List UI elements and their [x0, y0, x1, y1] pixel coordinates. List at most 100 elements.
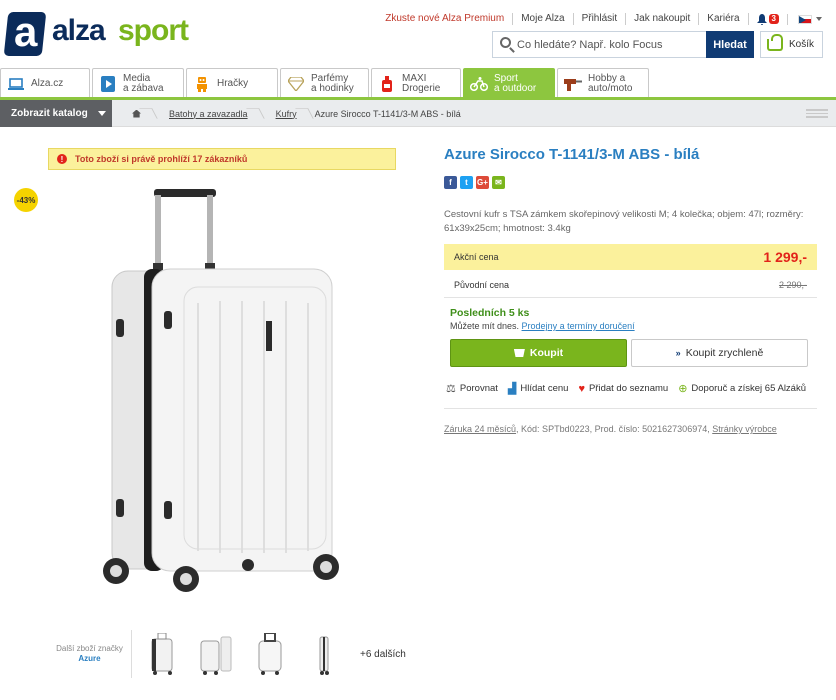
producer-number: Prod. číslo: 5021627306974,: [594, 424, 710, 434]
product-title: Azure Sirocco T-1141/3-M ABS - bílá: [444, 146, 700, 163]
basket-icon: [513, 349, 525, 357]
thumbnail-2[interactable]: [192, 630, 240, 678]
how-to-buy-link[interactable]: Jak nakoupit: [626, 13, 700, 25]
laptop-icon: [7, 75, 25, 93]
recommend-action[interactable]: ⊕ Doporuč a získej 65 Alzáků: [678, 382, 806, 395]
twitter-icon[interactable]: t: [460, 176, 473, 189]
brand-name: Azure: [78, 654, 101, 663]
chevron-down-icon: [816, 17, 822, 21]
tab-label: Media a zábava: [123, 72, 164, 94]
product-actions: ⚖ Porovnat ▟ Hlídat cenu ♥ Přidat do sez…: [446, 382, 816, 396]
basket-icon: [767, 33, 783, 51]
tab-media[interactable]: Media a zábava: [92, 68, 184, 98]
logo-letter: a: [14, 8, 38, 55]
logo-word-alza: alza: [52, 14, 106, 47]
thumbnail-strip: Další zboží značky Azure +6 dalších: [48, 628, 408, 680]
alza-sport-logo[interactable]: a alza sport: [3, 8, 196, 58]
cart-label: Košík: [789, 39, 815, 50]
producer-pages-link[interactable]: Stránky výrobce: [712, 424, 777, 434]
wishlist-action[interactable]: ♥ Přidat do seznamu: [578, 383, 668, 395]
my-alza-link[interactable]: Moje Alza: [513, 13, 574, 25]
google-plus-icon[interactable]: G+: [476, 176, 489, 189]
delivery-link[interactable]: Prodejny a termíny doručení: [522, 321, 635, 331]
career-link[interactable]: Kariéra: [699, 13, 749, 25]
discount-badge: -43%: [14, 188, 38, 212]
compare-action[interactable]: ⚖ Porovnat: [446, 382, 498, 395]
tab-label: Alza.cz: [31, 77, 64, 89]
search-button[interactable]: Hledat: [706, 31, 754, 58]
tab-toys[interactable]: Hračky: [186, 68, 278, 98]
product-meta: Záruka 24 měsíců, Kód: SPTbd0223, Prod. …: [444, 424, 777, 434]
bottle-icon: [378, 75, 396, 93]
warranty-link[interactable]: Záruka 24 měsíců: [444, 424, 516, 434]
quick-buy-label: Koupit zrychleně: [685, 347, 764, 359]
tab-alza-cz[interactable]: Alza.cz: [0, 68, 90, 98]
breadcrumb: Batohy a zavazadla Kufry Azure Sirocco T…: [118, 100, 475, 127]
tab-drugstore[interactable]: MAXI Drogerie: [371, 68, 461, 98]
tab-label: Hračky: [217, 77, 249, 89]
search-icon: [500, 37, 511, 48]
tab-perfumes[interactable]: Parfémy a hodinky: [280, 68, 369, 98]
original-price-row: Původní cena 2 290,-: [444, 272, 817, 298]
delivery-info: Můžete mít dnes. Prodejny a termíny doru…: [450, 321, 635, 331]
media-icon: [99, 75, 117, 93]
quick-buy-button[interactable]: » Koupit zrychleně: [631, 339, 808, 367]
category-tabs: Alza.cz Media a zábava Hračky Parfémy a ho…: [0, 68, 836, 98]
bike-icon: [470, 75, 488, 93]
show-catalog-button[interactable]: Zobrazit katalog: [0, 100, 112, 127]
alert-icon: !: [57, 154, 67, 164]
thumbnail-3[interactable]: [246, 630, 294, 678]
tab-label: MAXI Drogerie: [402, 72, 441, 94]
czech-flag-icon: [798, 14, 812, 24]
delivery-prefix: Můžete mít dnes.: [450, 321, 520, 331]
login-link[interactable]: Přihlásit: [574, 13, 627, 25]
chart-icon: ▟: [507, 383, 517, 395]
product-description: Cestovní kufr s TSA zámkem skořepinový v…: [444, 209, 804, 234]
search-input[interactable]: [517, 35, 697, 54]
top-navigation: Zkuste nové Alza Premium Moje Alza Přihl…: [377, 12, 822, 26]
notifications-button[interactable]: 3: [749, 13, 788, 25]
divider: [444, 408, 817, 409]
buy-button[interactable]: Koupit: [450, 339, 627, 367]
thumbnail-1[interactable]: [138, 630, 186, 678]
tab-sport-outdoor[interactable]: Sport a outdoor: [463, 68, 555, 98]
notification-count-badge: 3: [768, 14, 779, 24]
bell-icon: [756, 13, 767, 25]
breadcrumb-item-suitcases[interactable]: Kufry: [262, 100, 311, 127]
catalog-label: Zobrazit katalog: [11, 108, 88, 119]
stock-status: Posledních 5 ks: [450, 307, 530, 319]
more-images-link[interactable]: +6 dalších: [360, 649, 406, 660]
breadcrumb-item-bags[interactable]: Batohy a zavazadla: [155, 100, 262, 127]
email-icon[interactable]: ✉: [492, 176, 505, 189]
double-chevron-icon: »: [675, 348, 681, 358]
breadcrumb-current: Azure Sirocco T-1141/3-M ABS - bílá: [314, 108, 461, 119]
buy-label: Koupit: [529, 347, 564, 359]
recommend-icon: ⊕: [678, 383, 688, 395]
language-selector[interactable]: [798, 14, 822, 24]
heart-icon: ♥: [578, 382, 585, 395]
thumbnail-4[interactable]: [300, 630, 348, 678]
compare-icon: ⚖: [446, 383, 456, 395]
product-code: Kód: SPTbd0223,: [521, 424, 593, 434]
premium-link[interactable]: Zkuste nové Alza Premium: [377, 13, 514, 25]
search-box: Hledat: [492, 31, 754, 58]
viewers-text: Toto zboží si právě prohlíží 17 zákazník…: [75, 154, 248, 164]
hamburger-icon[interactable]: [806, 109, 828, 119]
share-buttons: f t G+ ✉: [444, 176, 505, 189]
home-icon: [132, 109, 141, 118]
watch-price-action[interactable]: ▟ Hlídat cenu: [508, 382, 569, 395]
product-main-image[interactable]: [98, 183, 346, 593]
facebook-icon[interactable]: f: [444, 176, 457, 189]
brand-caption: Další zboží značky: [56, 644, 123, 653]
sale-price-label: Akční cena: [454, 252, 499, 262]
breadcrumb-home[interactable]: [118, 100, 155, 127]
diamond-icon: [287, 75, 305, 93]
chevron-down-icon: [98, 111, 106, 116]
brand-more-link[interactable]: Další zboží značky Azure: [48, 630, 132, 678]
cart-button[interactable]: Košík: [760, 31, 823, 58]
tab-label: Parfémy a hodinky: [311, 72, 354, 94]
toy-robot-icon: [193, 75, 211, 93]
tab-hobby[interactable]: Hobby a auto/moto: [557, 68, 649, 98]
tab-label: Hobby a auto/moto: [588, 72, 633, 94]
sale-price: 1 299,-: [763, 249, 807, 265]
